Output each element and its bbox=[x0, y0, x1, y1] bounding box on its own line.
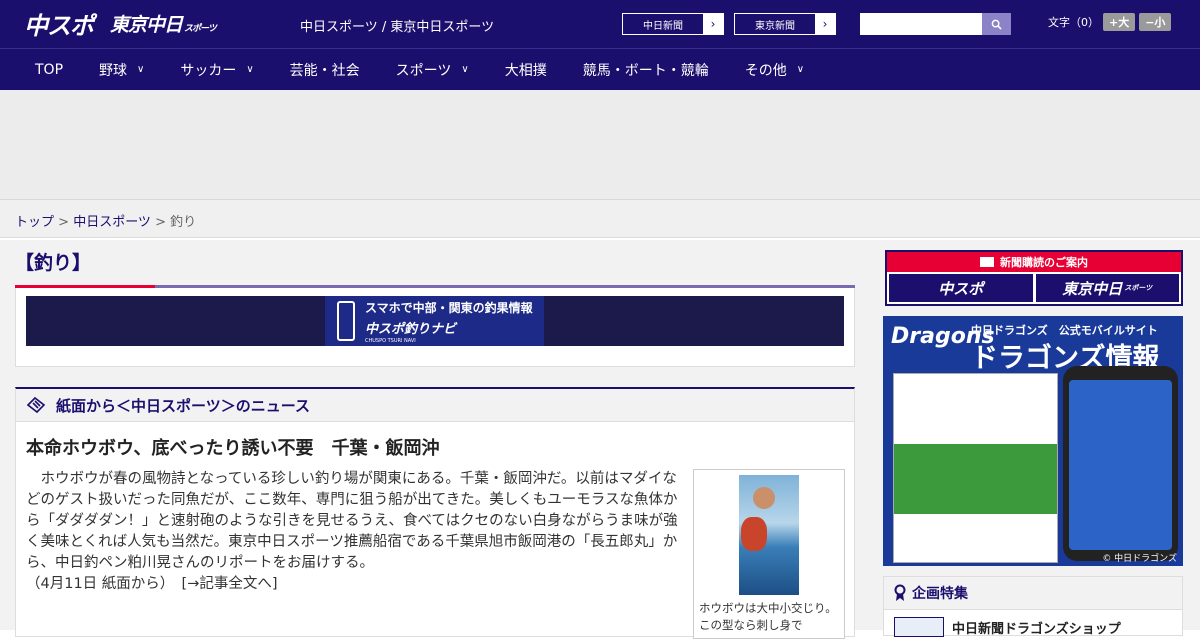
news-header-title: 紙面から＜中日スポーツ＞のニュース bbox=[56, 396, 310, 415]
banner-text: スマホで中部・関東の釣果情報 中スポ釣りナビ CHUSPO TSURI NAVI bbox=[365, 299, 533, 344]
font-size-label: 文字（0） bbox=[1048, 16, 1099, 29]
chevron-down-icon: ∨ bbox=[137, 64, 145, 75]
subscription-logo-tokyo: 東京中日 スポーツ bbox=[1035, 274, 1179, 302]
dragons-mobile-banner[interactable]: Dragons 中日ドラゴンズ 公式モバイルサイト ドラゴンズ情報 © 中日ドラ… bbox=[883, 316, 1183, 566]
smartphone-screen bbox=[1069, 380, 1172, 550]
tokyo-shimbun-button[interactable]: 東京新聞 › bbox=[734, 13, 836, 35]
breadcrumb-separator: > bbox=[150, 215, 171, 230]
subscription-head-label: 新聞購読のご案内 bbox=[1000, 256, 1088, 269]
nav-item-label: サッカー bbox=[180, 62, 237, 79]
smartphone-icon bbox=[337, 301, 355, 341]
search-bar bbox=[860, 13, 1011, 35]
article-text: ホウボウが春の風物詩となっている珍しい釣り場が関東にある。千葉・飯岡沖だ。以前は… bbox=[26, 471, 678, 571]
tokyo-shimbun-label: 東京新聞 bbox=[755, 20, 795, 32]
ribbon-icon bbox=[894, 584, 906, 601]
dragons-screen-preview bbox=[893, 373, 1058, 563]
article-photo-box: ホウボウは大中小交じり。この型なら刺し身で bbox=[693, 469, 845, 639]
nav-item-label: 野球 bbox=[99, 62, 128, 79]
banner-line3: CHUSPO TSURI NAVI bbox=[365, 337, 416, 344]
ad-banner-area bbox=[0, 90, 1200, 200]
breadcrumb: トップ > 中日スポーツ > 釣り bbox=[0, 200, 1200, 238]
chunichi-shimbun-button[interactable]: 中日新聞 › bbox=[622, 13, 724, 35]
fishing-navi-banner-box: スマホで中部・関東の釣果情報 中スポ釣りナビ CHUSPO TSURI NAVI bbox=[15, 288, 855, 367]
news-header: 紙面から＜中日スポーツ＞のニュース bbox=[16, 389, 854, 422]
banner-line2: 中スポ釣りナビ bbox=[365, 321, 457, 337]
subscription-logo-tokyo-text: 東京中日 bbox=[1062, 279, 1123, 298]
nav-item-label: 大相撲 bbox=[504, 62, 547, 79]
subscription-logos: 中スポ 東京中日 スポーツ bbox=[887, 272, 1181, 304]
font-larger-button[interactable]: +大 bbox=[1103, 13, 1136, 31]
article-title[interactable]: 本命ホウボウ、底べったり誘い不要 千葉・飯岡沖 bbox=[26, 434, 439, 460]
special-feature-thumbnail bbox=[894, 617, 944, 637]
nav-item-sports[interactable]: スポーツ ∨ bbox=[396, 60, 469, 80]
nav-item-label: 芸能・社会 bbox=[289, 62, 360, 79]
breadcrumb-separator: > bbox=[54, 215, 74, 230]
nav-item-other[interactable]: その他 ∨ bbox=[745, 60, 804, 80]
main-content: 【釣り】 スマホで中部・関東の釣果情報 中スポ釣りナビ CHUSPO TSURI… bbox=[0, 240, 1200, 639]
article-meta-link[interactable]: （4月11日 紙面から） [→記事全文へ] bbox=[26, 576, 278, 592]
tokyo-chunichi-logo[interactable]: 東京中日 スポーツ bbox=[110, 10, 217, 37]
search-input[interactable] bbox=[860, 13, 982, 35]
search-button[interactable] bbox=[982, 13, 1011, 35]
breadcrumb-section[interactable]: 中日スポーツ bbox=[73, 215, 151, 230]
subscription-logo-tokyo-small: スポーツ bbox=[1124, 284, 1153, 292]
special-feature-label: 中日新聞ドラゴンズショップ bbox=[952, 621, 1121, 637]
font-size-control: 文字（0） +大 −小 bbox=[1048, 13, 1172, 31]
subscription-banner[interactable]: 新聞購読のご案内 中スポ 東京中日 スポーツ bbox=[885, 250, 1183, 306]
baseball-field-image bbox=[894, 444, 1057, 514]
nav-item-soccer[interactable]: サッカー ∨ bbox=[180, 60, 253, 80]
breadcrumb-current: 釣り bbox=[170, 215, 197, 230]
nav-item-label: スポーツ bbox=[395, 62, 452, 79]
chevron-down-icon: ∨ bbox=[796, 64, 805, 75]
site-header: 中スポ 東京中日 スポーツ 中日スポーツ / 東京中日スポーツ 中日新聞 › 東京… bbox=[0, 0, 1200, 48]
special-feature-header: 企画特集 bbox=[884, 577, 1182, 610]
article-photo[interactable] bbox=[739, 475, 799, 595]
smartphone-image bbox=[1063, 366, 1178, 561]
fishing-navi-banner-inner: スマホで中部・関東の釣果情報 中スポ釣りナビ CHUSPO TSURI NAVI bbox=[325, 296, 544, 346]
special-feature-title: 企画特集 bbox=[912, 586, 968, 602]
chuspo-logo[interactable]: 中スポ bbox=[24, 6, 94, 41]
font-smaller-button[interactable]: −小 bbox=[1139, 13, 1172, 31]
news-box: 紙面から＜中日スポーツ＞のニュース 本命ホウボウ、底べったり誘い不要 千葉・飯岡… bbox=[15, 387, 855, 639]
breadcrumb-home[interactable]: トップ bbox=[15, 215, 54, 230]
chunichi-shimbun-label: 中日新聞 bbox=[643, 20, 683, 32]
article-body: ホウボウが春の風物詩となっている珍しい釣り場が関東にある。千葉・飯岡沖だ。以前は… bbox=[26, 469, 684, 595]
photo-fish bbox=[741, 517, 767, 551]
chevron-right-icon: › bbox=[815, 14, 835, 34]
main-nav: TOP 野球 ∨ サッカー ∨ 芸能・社会 スポーツ ∨ 大相撲 競馬・ボート・競輪 … bbox=[0, 48, 1200, 90]
nav-item-entertainment[interactable]: 芸能・社会 bbox=[290, 60, 360, 80]
page-title: 【釣り】 bbox=[15, 252, 92, 274]
chevron-down-icon: ∨ bbox=[461, 64, 469, 75]
photo-caption: ホウボウは大中小交じり。この型なら刺し身で bbox=[699, 601, 837, 632]
nav-item-top[interactable]: TOP bbox=[35, 62, 63, 78]
subscription-logo-chuspo: 中スポ bbox=[889, 274, 1033, 302]
banner-line1: スマホで中部・関東の釣果情報 bbox=[365, 300, 533, 315]
newspaper-small-icon bbox=[980, 257, 994, 267]
photo-person bbox=[753, 487, 775, 509]
nav-item-label: 競馬・ボート・競輪 bbox=[582, 62, 709, 79]
nav-item-sumo[interactable]: 大相撲 bbox=[505, 60, 547, 80]
fishing-navi-banner[interactable]: スマホで中部・関東の釣果情報 中スポ釣りナビ CHUSPO TSURI NAVI bbox=[26, 296, 844, 346]
special-feature-box: 企画特集 中日新聞ドラゴンズショップ bbox=[883, 576, 1183, 637]
special-feature-item[interactable]: 中日新聞ドラゴンズショップ bbox=[894, 617, 1121, 637]
chevron-right-icon: › bbox=[703, 14, 723, 34]
nav-item-label: その他 bbox=[744, 62, 787, 79]
tokyo-chunichi-logo-small: スポーツ bbox=[184, 24, 217, 34]
nav-item-baseball[interactable]: 野球 ∨ bbox=[99, 60, 144, 80]
site-description: 中日スポーツ / 東京中日スポーツ bbox=[300, 20, 495, 35]
nav-item-racing[interactable]: 競馬・ボート・競輪 bbox=[583, 60, 709, 80]
chevron-down-icon: ∨ bbox=[246, 64, 254, 75]
search-icon bbox=[991, 19, 1002, 30]
newspaper-icon bbox=[26, 396, 46, 414]
subscription-head: 新聞購読のご案内 bbox=[887, 252, 1181, 272]
dragons-copyright: © 中日ドラゴンズ bbox=[1102, 554, 1177, 564]
tokyo-chunichi-logo-text: 東京中日 bbox=[110, 14, 183, 36]
nav-item-label: TOP bbox=[35, 61, 64, 78]
